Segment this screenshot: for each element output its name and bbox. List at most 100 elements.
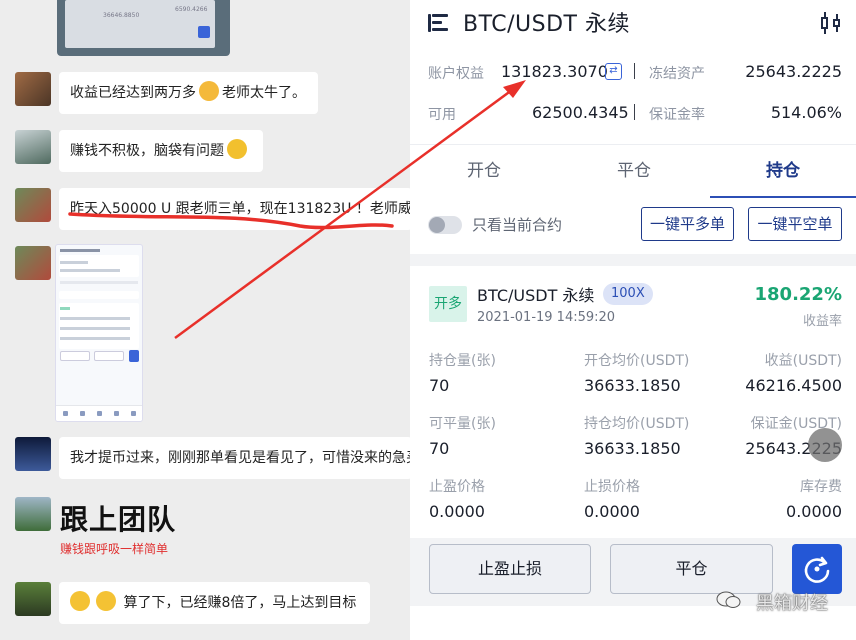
message-text: 收益已经达到两万多 bbox=[70, 85, 196, 101]
wechat-icon bbox=[716, 591, 741, 608]
current-contract-toggle[interactable] bbox=[428, 216, 462, 234]
screenshot-line bbox=[60, 337, 130, 340]
tp-sl-button[interactable]: 止盈止损 bbox=[429, 544, 591, 594]
chat-message: 昨天入50000 U 跟老师三单，现在131823U ！老师威武 bbox=[59, 188, 412, 230]
position-symbol: BTC/USDT 永续 bbox=[477, 286, 595, 305]
hold-avg-price-value: 36633.1850 bbox=[584, 439, 681, 458]
message-text: 算了下，已经赚8倍了，马上达到目标 bbox=[123, 595, 357, 611]
screenshot-button bbox=[198, 26, 210, 38]
pnl-label: 收益(USDT) bbox=[764, 353, 842, 369]
avatar[interactable] bbox=[15, 246, 51, 280]
screenshot-card bbox=[59, 291, 139, 299]
transfer-icon[interactable]: ⇄ bbox=[605, 63, 622, 80]
avatar[interactable] bbox=[15, 497, 51, 531]
tab-open[interactable]: 开仓 bbox=[410, 145, 558, 199]
team-subtitle: 赚钱跟呼吸一样简单 bbox=[60, 542, 169, 556]
message-text: 老师太牛了。 bbox=[222, 85, 306, 101]
avatar[interactable] bbox=[15, 72, 51, 106]
tab-close[interactable]: 平仓 bbox=[560, 145, 708, 199]
screenshot-line bbox=[60, 307, 70, 310]
leverage-badge: 100X bbox=[603, 283, 653, 305]
chat-message: 赚钱不积极，脑袋有问题 bbox=[59, 130, 263, 172]
chat-column: 36646.8850 6590.4266 收益已经达到两万多 老师太牛了。 赚钱不… bbox=[0, 0, 412, 640]
closable-size-value: 70 bbox=[429, 439, 450, 458]
equity-label: 账户权益 bbox=[428, 66, 484, 82]
stop-loss-label: 止损价格 bbox=[584, 479, 640, 495]
chat-image-screenshot[interactable]: 36646.8850 6590.4266 bbox=[57, 0, 230, 56]
refresh-icon bbox=[804, 556, 830, 583]
available-label: 可用 bbox=[428, 107, 456, 123]
refresh-button[interactable] bbox=[792, 544, 842, 594]
funding-fee-label: 库存费 bbox=[800, 479, 842, 495]
screenshot-number: 36646.8850 bbox=[103, 12, 140, 19]
position-card: 开多 BTC/USDT 永续 100X 2021-01-19 14:59:20 … bbox=[410, 266, 856, 538]
take-profit-label: 止盈价格 bbox=[429, 479, 485, 495]
page-title: BTC/USDT 永续 bbox=[463, 12, 630, 37]
screenshot-dock bbox=[56, 405, 142, 421]
avatar[interactable] bbox=[15, 188, 51, 222]
chat-message: 算了下，已经赚8倍了，马上达到目标 bbox=[59, 582, 370, 624]
stop-loss-value: 0.0000 bbox=[584, 502, 640, 521]
close-all-short-button[interactable]: 一键平空单 bbox=[748, 207, 842, 241]
chat-message: 我才提币过来，刚刚那单看见是看见了，可惜没来的急买 bbox=[59, 437, 412, 479]
divider bbox=[634, 104, 635, 120]
close-all-long-button[interactable]: 一键平多单 bbox=[641, 207, 734, 241]
tab-positions[interactable]: 持仓 bbox=[710, 145, 856, 199]
trading-panel: BTC/USDT 永续 账户权益 131823.3070 ⇄ 冻结资产 2564… bbox=[410, 0, 856, 640]
trade-tabs: 开仓 平仓 持仓 bbox=[410, 144, 856, 199]
screenshot-line bbox=[60, 249, 100, 252]
account-header: BTC/USDT 永续 账户权益 131823.3070 ⇄ 冻结资产 2564… bbox=[410, 0, 856, 144]
screenshot-line bbox=[60, 261, 88, 264]
candlestick-chart-icon[interactable] bbox=[820, 12, 842, 34]
pnl-value: 46216.4500 bbox=[745, 376, 842, 395]
screenshot-button bbox=[129, 350, 139, 362]
funding-fee-value: 0.0000 bbox=[786, 502, 842, 521]
message-text: 我才提币过来，刚刚那单看见是看见了，可惜没来的急买 bbox=[70, 450, 412, 466]
margin-ratio-label: 保证金率 bbox=[649, 107, 705, 123]
closable-size-label: 可平量(张) bbox=[429, 416, 496, 432]
watermark: 黑箱财经 bbox=[756, 593, 828, 614]
screenshot-button bbox=[60, 351, 90, 361]
message-text: 昨天入50000 U 跟老师三单，现在131823U ！老师威武 bbox=[70, 201, 412, 217]
smile-emoji bbox=[70, 591, 90, 611]
chat-image-screenshot[interactable] bbox=[55, 244, 143, 422]
position-filter-bar: 只看当前合约 一键平多单 一键平空单 bbox=[410, 198, 856, 254]
screenshot-line bbox=[60, 269, 120, 272]
equity-value: 131823.3070 bbox=[501, 62, 608, 81]
avatar[interactable] bbox=[15, 582, 51, 616]
divider bbox=[634, 63, 635, 79]
avatar[interactable] bbox=[15, 437, 51, 471]
screenshot-line bbox=[60, 281, 138, 284]
screenshot-number: 6590.4266 bbox=[175, 6, 208, 13]
open-avg-price-label: 开仓均价(USDT) bbox=[584, 353, 690, 369]
hold-avg-price-label: 持仓均价(USDT) bbox=[584, 416, 690, 432]
close-position-button[interactable]: 平仓 bbox=[610, 544, 773, 594]
avatar[interactable] bbox=[15, 130, 51, 164]
message-text: 赚钱不积极，脑袋有问题 bbox=[70, 143, 224, 159]
team-title: 跟上团队 bbox=[60, 503, 177, 536]
screenshot-content: 36646.8850 6590.4266 bbox=[65, 0, 215, 48]
menu-icon[interactable] bbox=[428, 14, 448, 32]
thinking-face-emoji bbox=[227, 139, 247, 159]
position-time: 2021-01-19 14:59:20 bbox=[477, 310, 616, 325]
position-size-label: 持仓量(张) bbox=[429, 353, 496, 369]
current-contract-label: 只看当前合约 bbox=[472, 216, 563, 234]
smile-emoji bbox=[96, 591, 116, 611]
screenshot-card bbox=[59, 255, 139, 277]
screenshot-line bbox=[60, 327, 130, 330]
screenshot-card bbox=[59, 303, 139, 349]
roe-label: 收益率 bbox=[802, 314, 842, 329]
position-size-value: 70 bbox=[429, 376, 450, 395]
screenshot-button bbox=[94, 351, 124, 361]
screenshot-line bbox=[60, 317, 130, 320]
praying-hands-emoji bbox=[199, 81, 219, 101]
frozen-label: 冻结资产 bbox=[649, 66, 705, 82]
chat-message: 收益已经达到两万多 老师太牛了。 bbox=[59, 72, 318, 114]
available-value: 62500.4345 bbox=[532, 103, 629, 122]
roe-value: 180.22% bbox=[754, 284, 843, 305]
frozen-value: 25643.2225 bbox=[745, 62, 842, 81]
floating-assistive-button[interactable] bbox=[808, 428, 842, 462]
long-side-badge: 开多 bbox=[429, 286, 467, 322]
take-profit-value: 0.0000 bbox=[429, 502, 485, 521]
screenshot-root: 36646.8850 6590.4266 收益已经达到两万多 老师太牛了。 赚钱不… bbox=[0, 0, 856, 640]
